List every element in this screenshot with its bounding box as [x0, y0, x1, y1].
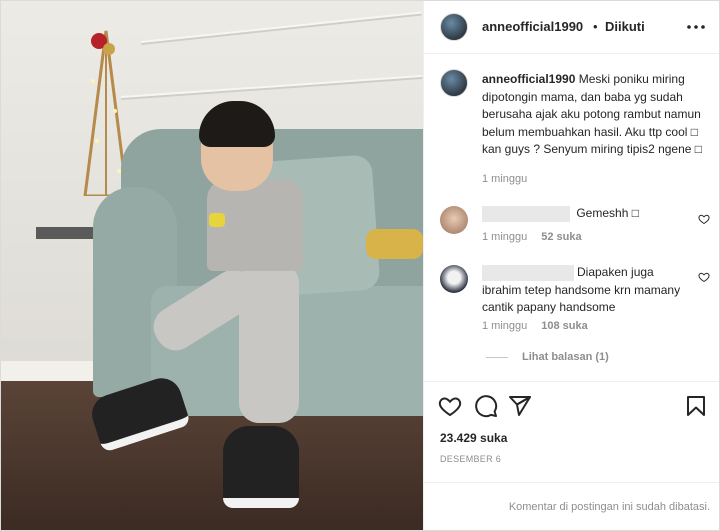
sneaker: [223, 426, 299, 508]
caption-avatar[interactable]: [440, 69, 468, 97]
more-options-button[interactable]: [686, 17, 706, 37]
comment-likes[interactable]: 108 suka: [541, 320, 587, 332]
comments-footer: Komentar di postingan ini sudah dibatasi…: [424, 482, 719, 530]
comment-timestamp[interactable]: 1 minggu: [482, 231, 527, 243]
post-header: anneofficial1990 • Diikuti: [424, 1, 719, 54]
follow-status-button[interactable]: Diikuti: [605, 19, 645, 34]
view-replies-button[interactable]: Lihat balasan (1): [486, 351, 609, 363]
header-separator: •: [593, 19, 598, 34]
post-modal: anneofficial1990 • Diikuti anneofficial1…: [0, 0, 720, 531]
post-caption: anneofficial1990 Meski poniku miring dip…: [482, 71, 706, 159]
comment: Gemeshh □: [482, 206, 639, 222]
view-replies-label: Lihat balasan (1): [522, 351, 609, 363]
comment-timestamp[interactable]: 1 minggu: [482, 320, 527, 332]
comment-text: Gemeshh □: [576, 206, 639, 221]
post-side-panel: anneofficial1990 • Diikuti anneofficial1…: [423, 1, 719, 530]
heart-icon[interactable]: [698, 213, 710, 225]
post-date[interactable]: DESEMBER 6: [440, 454, 501, 464]
comment-meta: 1 minggu 108 suka: [482, 320, 588, 332]
replies-divider: [486, 356, 508, 358]
commenter-avatar[interactable]: [440, 265, 468, 293]
caption-username[interactable]: anneofficial1990: [482, 72, 575, 86]
redacted-username: [482, 206, 570, 222]
comment-meta: 1 minggu 52 suka: [482, 231, 582, 243]
toy: [209, 213, 225, 227]
comment: Diapaken juga ibrahim tetep handsome krn…: [482, 264, 694, 317]
author-username[interactable]: anneofficial1990: [482, 19, 583, 34]
caption-timestamp[interactable]: 1 minggu: [482, 173, 527, 185]
comments-disabled-notice: Komentar di postingan ini sudah dibatasi…: [508, 501, 710, 513]
post-actions: [424, 381, 719, 426]
author-avatar[interactable]: [440, 13, 468, 41]
heart-icon[interactable]: [698, 271, 710, 283]
likes-count[interactable]: 23.429 suka: [440, 431, 507, 445]
post-photo[interactable]: [1, 1, 423, 530]
commenter-avatar[interactable]: [440, 206, 468, 234]
comment-icon[interactable]: [474, 394, 498, 418]
folded-cloth: [366, 229, 423, 259]
more-horizontal-icon: [687, 25, 705, 29]
heart-icon[interactable]: [438, 394, 462, 418]
redacted-username: [482, 264, 574, 281]
comment-likes[interactable]: 52 suka: [541, 231, 581, 243]
bookmark-icon[interactable]: [684, 394, 708, 418]
share-icon[interactable]: [508, 394, 532, 418]
